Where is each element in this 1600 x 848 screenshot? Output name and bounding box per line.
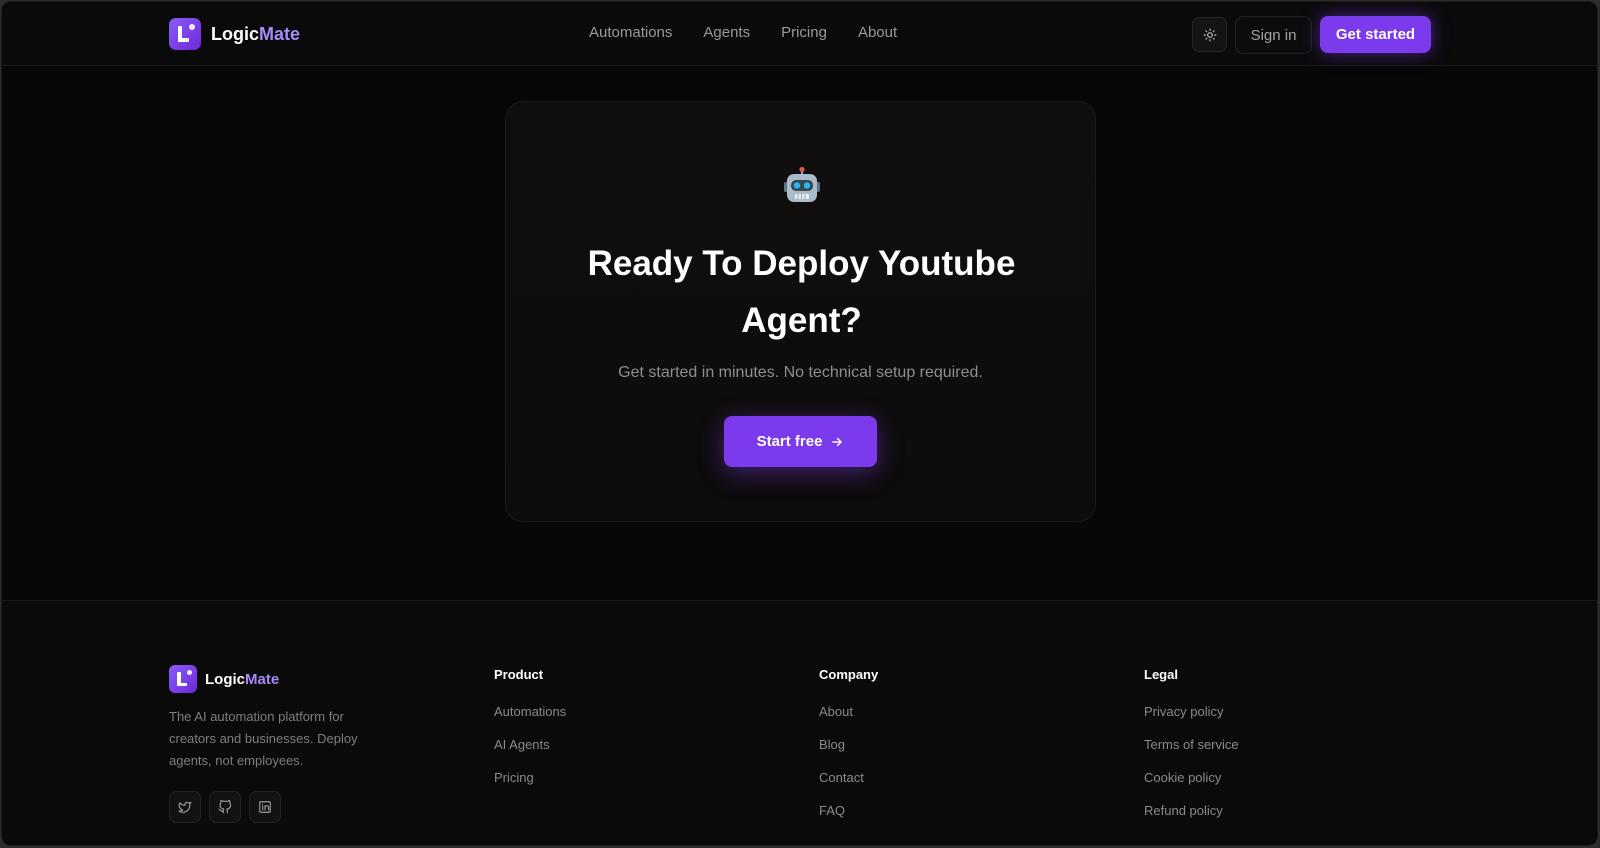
social-links [169, 791, 281, 823]
footer-link-terms-of-service[interactable]: Terms of service [1144, 737, 1239, 752]
start-free-button[interactable]: Start free [724, 416, 877, 467]
footer-description: The AI automation platform for creators … [169, 709, 358, 768]
cta-heading: Ready To Deploy Youtube Agent? [587, 244, 1016, 340]
sun-icon [1203, 28, 1216, 41]
arrow-right-icon [832, 437, 843, 446]
main-nav: Automations Agents Pricing About [589, 24, 897, 41]
footer-link-automations[interactable]: Automations [494, 704, 566, 719]
cta-card: Ready To Deploy Youtube Agent? Get start… [505, 101, 1096, 522]
footer-heading-company: Company [819, 667, 879, 682]
site-footer: LogicMate The AI automation platform for… [2, 600, 1597, 845]
brand-logo[interactable]: LogicMate [169, 18, 300, 50]
sign-in-button[interactable]: Sign in [1235, 16, 1312, 54]
top-navbar: LogicMate Automations Agents Pricing Abo… [2, 2, 1597, 66]
footer-link-ai-agents[interactable]: AI Agents [494, 737, 566, 752]
linkedin-icon [259, 801, 271, 813]
github-link[interactable] [209, 791, 241, 823]
footer-link-blog[interactable]: Blog [819, 737, 878, 752]
start-free-label: Start free [756, 433, 823, 450]
footer-link-pricing[interactable]: Pricing [494, 770, 566, 785]
cta-subtitle: Get started in minutes. No technical set… [618, 364, 983, 381]
footer-brand-logo[interactable]: LogicMate [169, 665, 279, 693]
logo-icon [169, 18, 201, 50]
page-frame: LogicMate Automations Agents Pricing Abo… [1, 1, 1598, 846]
footer-link-about[interactable]: About [819, 704, 878, 719]
twitter-icon [178, 801, 192, 813]
footer-brand-name: LogicMate [205, 670, 280, 688]
footer-link-refund-policy[interactable]: Refund policy [1144, 803, 1239, 818]
github-icon [218, 800, 232, 814]
footer-column-company: Company About Blog Contact FAQ [819, 667, 878, 836]
footer-link-privacy-policy[interactable]: Privacy policy [1144, 704, 1239, 719]
nav-agents[interactable]: Agents [703, 24, 750, 41]
linkedin-link[interactable] [249, 791, 281, 823]
nav-automations[interactable]: Automations [589, 24, 672, 41]
footer-heading-legal: Legal [1144, 667, 1178, 682]
footer-link-contact[interactable]: Contact [819, 770, 878, 785]
footer-link-cookie-policy[interactable]: Cookie policy [1144, 770, 1239, 785]
logo-icon [169, 665, 197, 693]
footer-column-legal: Legal Privacy policy Terms of service Co… [1144, 667, 1239, 836]
footer-link-faq[interactable]: FAQ [819, 803, 878, 818]
theme-toggle-button[interactable] [1192, 17, 1227, 52]
brand-name: LogicMate [211, 23, 301, 44]
twitter-link[interactable] [169, 791, 201, 823]
footer-heading-product: Product [494, 667, 544, 682]
robot-icon [784, 166, 820, 202]
get-started-button[interactable]: Get started [1320, 16, 1431, 53]
footer-column-product: Product Automations AI Agents Pricing [494, 667, 566, 803]
nav-pricing[interactable]: Pricing [781, 24, 827, 41]
nav-about[interactable]: About [858, 24, 897, 41]
